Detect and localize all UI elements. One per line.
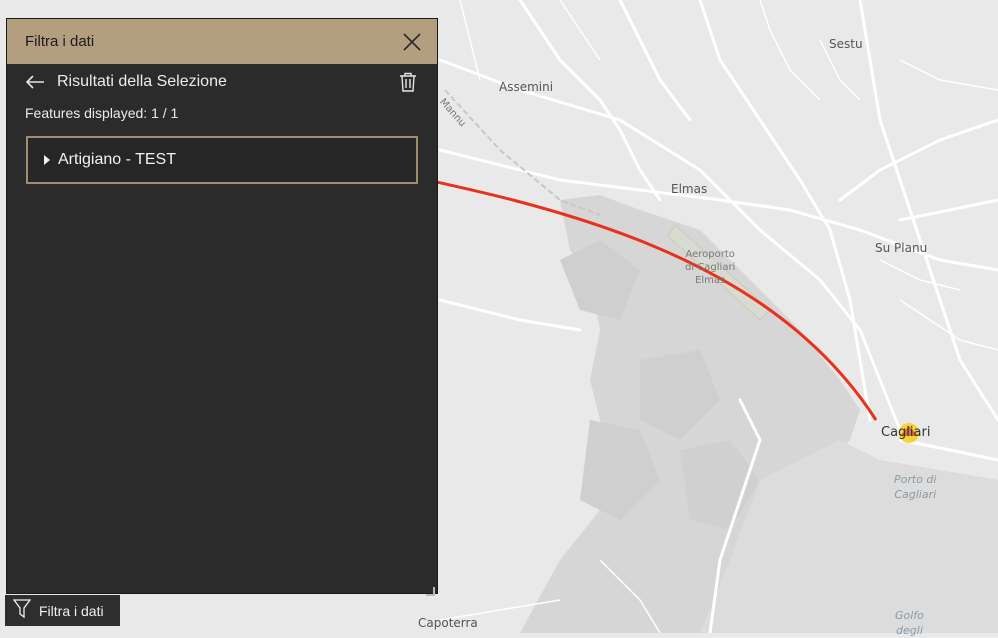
caret-right-icon xyxy=(44,155,50,165)
feature-list-item[interactable]: Artigiano - TEST xyxy=(26,136,418,184)
trash-icon[interactable] xyxy=(397,71,419,93)
close-icon[interactable] xyxy=(401,31,423,53)
map-label-elmas: Elmas xyxy=(671,182,708,196)
arrow-left-icon[interactable] xyxy=(25,71,47,93)
results-header: Risultati della Selezione xyxy=(7,66,437,98)
map-label-airport: Aeroporto di Cagliari Elmas xyxy=(685,249,736,286)
map-label-golfo: Golfo degli xyxy=(895,609,924,637)
panel-header: Filtra i dati xyxy=(7,19,437,64)
filter-data-button[interactable]: Filtra i dati xyxy=(5,595,120,626)
resize-handle-icon[interactable] xyxy=(425,581,435,596)
filter-icon xyxy=(12,598,32,623)
filter-panel: Filtra i dati Risultati della Selezione … xyxy=(6,18,438,596)
map-label-sestu: Sestu xyxy=(829,37,863,51)
map-label-capoterra: Capoterra xyxy=(418,616,478,630)
map-label-cagliari: Cagliari xyxy=(881,425,931,440)
filter-data-label: Filtra i dati xyxy=(39,602,104,619)
feature-item-label: Artigiano - TEST xyxy=(58,151,176,168)
map-label-porto: Porto di Cagliari xyxy=(894,473,937,501)
results-title: Risultati della Selezione xyxy=(57,73,227,90)
map-label-su-planu: Su Planu xyxy=(875,241,928,255)
map-label-assemini: Assemini xyxy=(499,80,554,94)
features-displayed-count: Features displayed: 1 / 1 xyxy=(25,105,179,121)
panel-title: Filtra i dati xyxy=(25,33,95,50)
